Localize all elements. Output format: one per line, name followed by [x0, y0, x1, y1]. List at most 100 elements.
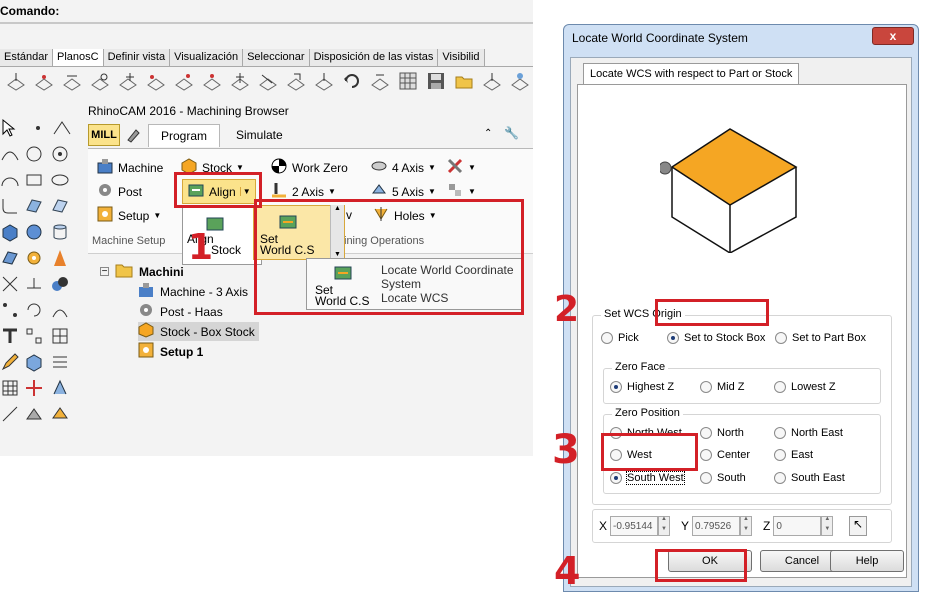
surface-edge-icon[interactable] [50, 196, 70, 216]
circle-center-icon[interactable] [50, 144, 70, 164]
toolbar-tab-planosc[interactable]: PlanosC [53, 49, 104, 66]
cplane-icon[interactable] [146, 71, 166, 91]
polyline-icon[interactable] [52, 118, 72, 138]
radio-north[interactable]: North [700, 427, 744, 439]
work-zero-button[interactable]: Work Zero [270, 157, 348, 178]
tree-item-machine[interactable]: Machine - 3 Axis [138, 282, 248, 301]
pick-cursor-button[interactable]: ↖ [849, 516, 867, 536]
tree-item-stock[interactable]: Stock - Box Stock [138, 322, 259, 341]
pencil-icon[interactable] [0, 352, 20, 372]
flame-icon[interactable] [50, 248, 70, 268]
arc-icon[interactable] [0, 170, 20, 190]
toolbar-tab-seleccionar[interactable]: Seleccionar [243, 49, 310, 66]
split-icon[interactable] [24, 274, 44, 294]
open-folder-icon[interactable] [454, 71, 474, 91]
wrench-icon[interactable]: 🔧 [504, 126, 519, 140]
cplane-icon[interactable] [34, 71, 54, 91]
collapse-ribbon-icon[interactable]: ⌃ [484, 128, 492, 139]
cylinder-icon[interactable] [50, 222, 70, 242]
rotate-icon[interactable] [24, 300, 44, 320]
toolbar-tab-estandar[interactable]: Estándar [0, 49, 54, 66]
radio-lowest-z[interactable]: Lowest Z [774, 381, 836, 393]
radio-south-west[interactable]: South West [610, 471, 685, 485]
surface-icon[interactable] [24, 196, 44, 216]
slash-line-icon[interactable] [0, 404, 20, 424]
select-arrow-icon[interactable] [0, 118, 20, 138]
boolean-icon[interactable] [50, 274, 70, 294]
toolbar-tab-visualizacion[interactable]: Visualización [170, 49, 244, 66]
toolbar-tab-visibilidad[interactable]: Visibilid [438, 49, 485, 66]
tree-item-post[interactable]: Post - Haas [138, 302, 223, 321]
cplane-icon[interactable] [230, 71, 250, 91]
radio-south-east[interactable]: South East [774, 472, 845, 484]
radio-mid-z[interactable]: Mid Z [700, 381, 745, 393]
fillet-icon[interactable] [0, 196, 20, 216]
box-solid-icon[interactable] [0, 222, 20, 242]
z-spinner[interactable] [821, 516, 834, 536]
point-edit-icon[interactable] [0, 300, 20, 320]
y-spinner[interactable] [740, 516, 753, 536]
grid-icon[interactable] [398, 71, 418, 91]
curve-edit-icon[interactable] [50, 300, 70, 320]
x-field[interactable] [610, 516, 659, 536]
ellipse-icon[interactable] [50, 170, 70, 190]
point-icon[interactable] [28, 118, 48, 138]
dots-grid-icon[interactable] [0, 378, 20, 398]
tools-button[interactable]: ▼ [446, 157, 476, 178]
close-button[interactable]: x [872, 27, 914, 45]
cone-icon[interactable] [24, 404, 44, 424]
command-line[interactable] [0, 22, 533, 24]
save-icon[interactable] [426, 71, 446, 91]
setup-button[interactable]: Setup ▼ [96, 205, 161, 226]
radio-south[interactable]: South [700, 472, 746, 484]
rectangle-icon[interactable] [24, 170, 44, 190]
radio-set-to-stock-box[interactable]: Set to Stock Box [667, 332, 765, 344]
radio-center[interactable]: Center [700, 449, 750, 461]
circle-icon[interactable] [24, 144, 44, 164]
tree-item-setup[interactable]: Setup 1 [138, 342, 203, 361]
cplane-icon[interactable] [90, 71, 110, 91]
radio-set-to-part-box[interactable]: Set to Part Box [775, 332, 866, 344]
box-3d-icon[interactable] [24, 352, 44, 372]
cplane-icon[interactable] [286, 71, 306, 91]
radio-pick[interactable]: Pick [601, 332, 639, 344]
cplane-icon[interactable] [118, 71, 138, 91]
curve-icon[interactable] [0, 144, 20, 164]
lines-icon[interactable] [50, 352, 70, 372]
cplane-icon[interactable] [174, 71, 194, 91]
radio-east[interactable]: East [774, 449, 813, 461]
trim-icon[interactable] [0, 274, 20, 294]
cplane-icon[interactable] [314, 71, 334, 91]
undo-cplane-icon[interactable] [342, 71, 362, 91]
dimension-icon[interactable] [0, 326, 20, 346]
tab-locate-wcs[interactable]: Locate WCS with respect to Part or Stock [583, 63, 800, 84]
cplane-icon[interactable] [62, 71, 82, 91]
four-axis-button[interactable]: 4 Axis ▼ [370, 157, 436, 178]
toolbar-tab-definir-vista[interactable]: Definir vista [103, 49, 171, 66]
cplane-icon[interactable] [482, 71, 502, 91]
post-button[interactable]: Post [96, 181, 142, 202]
mesh-icon[interactable] [0, 248, 20, 268]
radio-highest-z[interactable]: Highest Z [610, 381, 674, 393]
move-icon[interactable] [24, 378, 44, 398]
cplane-icon[interactable] [258, 71, 278, 91]
cplane-icon[interactable] [6, 71, 26, 91]
cplane-icon[interactable] [202, 71, 222, 91]
toolbar-tab-disposicion[interactable]: Disposición de las vistas [309, 49, 439, 66]
help-button[interactable]: Help [830, 550, 904, 572]
tree-root[interactable]: − Machini [100, 262, 184, 281]
sphere-solid-icon[interactable] [24, 222, 44, 242]
array-icon[interactable] [24, 326, 44, 346]
collapse-icon[interactable]: − [100, 267, 109, 277]
grid-array-icon[interactable] [50, 326, 70, 346]
cplane-icon[interactable] [370, 71, 390, 91]
tab-simulate[interactable]: Simulate [224, 124, 295, 146]
tool-icon[interactable] [124, 126, 142, 144]
x-spinner[interactable] [658, 516, 671, 536]
machine-button[interactable]: Machine [96, 157, 163, 178]
analyze-icon[interactable] [50, 378, 70, 398]
y-field[interactable] [692, 516, 741, 536]
radio-north-east[interactable]: North East [774, 427, 843, 439]
tab-program[interactable]: Program [148, 124, 221, 147]
mill-badge[interactable]: MILL [88, 124, 120, 146]
